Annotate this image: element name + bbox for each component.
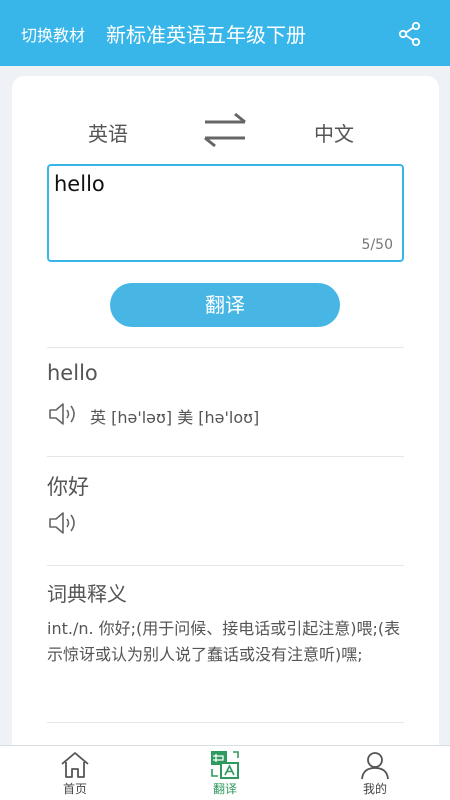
speaker-icon[interactable]	[47, 401, 79, 427]
dictionary-definition: int./n. 你好;(用于问候、接电话或引起注意)喂;(表示惊讶或认为别人说了…	[47, 619, 401, 664]
divider	[47, 565, 404, 566]
bottom-tab-bar: 首页 翻译 我的	[0, 745, 450, 800]
user-icon	[361, 752, 389, 780]
divider	[47, 347, 404, 348]
divider	[47, 456, 404, 457]
tab-label: 我的	[362, 782, 387, 796]
share-icon[interactable]	[396, 20, 424, 48]
swap-arrows-icon[interactable]	[201, 112, 249, 148]
translate-button[interactable]: 翻译	[110, 283, 340, 327]
translate-icon	[211, 751, 239, 779]
text-input-field[interactable]: hello 5/50	[47, 164, 404, 262]
app: 切换教材 新标准英语五年级下册 英语 中文 hello 5/50 翻译 hell…	[0, 0, 450, 800]
phonetic-row: 英 [hə'ləʊ] 美 [hə'loʊ]	[47, 401, 407, 427]
divider	[47, 722, 404, 723]
target-language-button[interactable]: 中文	[314, 118, 354, 147]
source-language-button[interactable]: 英语	[88, 118, 128, 147]
tab-label: 首页	[62, 782, 87, 796]
char-count: 5/50	[361, 237, 393, 253]
tab-translate[interactable]: 翻译	[185, 746, 265, 800]
page-title: 新标准英语五年级下册	[106, 23, 306, 47]
header-bar: 切换教材 新标准英语五年级下册	[0, 0, 450, 66]
phonetic-text: 英 [hə'ləʊ] 美 [hə'loʊ]	[90, 408, 260, 427]
tab-home[interactable]: 首页	[35, 746, 115, 800]
result-word: hello	[47, 361, 98, 385]
tab-label: 翻译	[212, 782, 237, 796]
switch-textbook-button[interactable]: 切换教材	[21, 22, 85, 46]
dictionary-title: 词典释义	[47, 582, 127, 606]
translate-card: 英语 中文 hello 5/50 翻译 hello 英 [hə'ləʊ] 美 […	[12, 76, 439, 776]
home-icon	[61, 752, 89, 778]
speaker-icon[interactable]	[47, 510, 79, 536]
input-text[interactable]: hello	[54, 172, 105, 196]
tab-mine[interactable]: 我的	[335, 746, 415, 800]
result-translation: 你好	[47, 475, 89, 499]
